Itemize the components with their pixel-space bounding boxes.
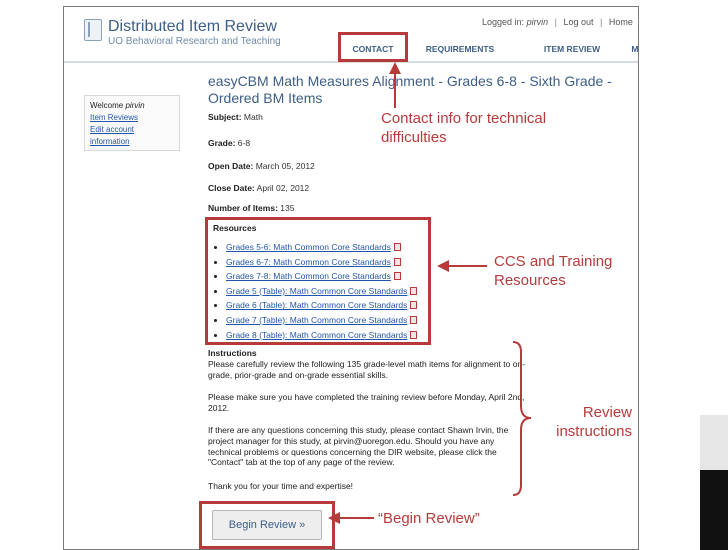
side-gray-band: [700, 415, 728, 470]
resource-link[interactable]: Grade 5 (Table): Math Common Core Standa…: [226, 286, 407, 296]
list-item: Grades 7-8: Math Common Core Standards: [226, 269, 417, 284]
field-label: Number of Items:: [208, 203, 278, 213]
resources-box: Resources Grades 5-6: Math Common Core S…: [205, 217, 431, 345]
resources-list: Grades 5-6: Math Common Core Standards G…: [226, 240, 418, 343]
resources-heading: Resources: [213, 223, 257, 233]
logout-link[interactable]: Log out: [563, 17, 593, 27]
separator: |: [554, 17, 557, 27]
list-item: Grades 6-7: Math Common Core Standards: [226, 255, 417, 270]
review-annotation: Review instructions: [556, 404, 632, 440]
field-value: March 05, 2012: [255, 161, 315, 171]
brand-subtitle: UO Behavioral Research and Teaching: [108, 36, 281, 47]
welcome-line: Welcome pirvin: [90, 100, 174, 112]
field-value: April 02, 2012: [256, 183, 310, 193]
instructions-paragraph: Please make sure you have completed the …: [208, 392, 525, 413]
home-link[interactable]: Home: [609, 17, 633, 27]
brand-title[interactable]: Distributed Item Review: [108, 18, 277, 36]
logged-in-username: pirvin: [526, 17, 549, 27]
pdf-icon: [393, 257, 401, 266]
welcome-username: pirvin: [125, 101, 145, 110]
field-label: Close Date:: [208, 183, 255, 193]
pdf-icon: [410, 315, 418, 324]
resource-link[interactable]: Grades 6-7: Math Common Core Standards: [226, 257, 391, 267]
field-value: 135: [280, 203, 295, 213]
welcome-label: Welcome: [90, 101, 124, 110]
edit-account-link[interactable]: Edit account information: [90, 124, 174, 148]
field-value: 6-8: [237, 138, 251, 148]
begin-annotation: “Begin Review”: [378, 510, 480, 527]
tab-item-review[interactable]: ITEM REVIEW: [534, 37, 610, 61]
pdf-icon: [393, 272, 401, 281]
resource-link[interactable]: Grades 7-8: Math Common Core Standards: [226, 271, 391, 281]
resource-link[interactable]: Grade 7 (Table): Math Common Core Standa…: [226, 315, 407, 325]
contact-annotation: Contact info for technical difficulties: [381, 110, 547, 146]
list-item: Grade 7 (Table): Math Common Core Standa…: [226, 313, 418, 328]
contact-highlight-box: [338, 32, 408, 62]
close-date-field: Close Date: April 02, 2012: [208, 183, 309, 193]
number-of-items-field: Number of Items: 135: [208, 203, 294, 213]
resource-link[interactable]: Grades 5-6: Math Common Core Standards: [226, 242, 391, 252]
side-dark-band: [700, 470, 728, 550]
subject-field: Subject: Math: [208, 112, 263, 122]
pdf-icon: [410, 301, 418, 310]
list-item: Grade 6 (Table): Math Common Core Standa…: [226, 298, 418, 313]
pdf-icon: [410, 286, 418, 295]
welcome-box: Welcome pirvin Item Reviews Edit account…: [84, 95, 180, 151]
separator: |: [600, 17, 603, 27]
logged-in-label: Logged in:: [482, 17, 525, 27]
ccs-annotation: CCS and Training Resources: [494, 253, 613, 289]
list-item: Grade 8 (Table): Math Common Core Standa…: [226, 328, 418, 343]
open-date-field: Open Date: March 05, 2012: [208, 161, 315, 171]
begin-highlight-box: Begin Review »: [199, 501, 335, 549]
tab-requirements[interactable]: REQUIREMENTS: [414, 37, 506, 61]
pdf-icon: [410, 330, 418, 339]
top-links: Logged in: pirvin | Log out | Home: [482, 17, 633, 27]
begin-review-button[interactable]: Begin Review »: [212, 510, 322, 540]
item-reviews-link[interactable]: Item Reviews: [90, 112, 174, 124]
grade-field: Grade: 6-8: [208, 138, 250, 148]
field-value: Math: [243, 112, 263, 122]
field-label: Subject:: [208, 112, 242, 122]
list-item: Grade 5 (Table): Math Common Core Standa…: [226, 284, 418, 299]
pdf-icon: [393, 243, 401, 251]
page-title: easyCBM Math Measures Alignment - Grades…: [208, 73, 612, 106]
instructions-paragraph: Thank you for your time and expertise!: [208, 481, 354, 491]
instructions-paragraph: Please carefully review the following 13…: [208, 359, 526, 380]
list-item: Grades 5-6: Math Common Core Standards: [226, 240, 417, 255]
field-label: Open Date:: [208, 161, 254, 171]
instructions-paragraph: If there are any questions concerning th…: [208, 425, 509, 468]
resource-link[interactable]: Grade 8 (Table): Math Common Core Standa…: [226, 330, 407, 340]
book-icon: [84, 19, 102, 41]
tab-my-account[interactable]: MY ACCOUNT: [618, 37, 638, 61]
resource-link[interactable]: Grade 6 (Table): Math Common Core Standa…: [226, 300, 407, 310]
instructions-heading: Instructions: [208, 348, 257, 358]
field-label: Grade:: [208, 138, 236, 148]
